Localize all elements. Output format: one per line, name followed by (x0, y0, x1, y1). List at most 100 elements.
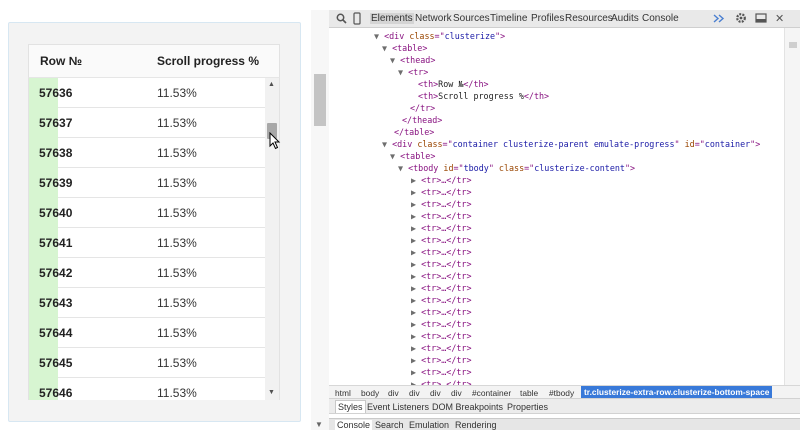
dom-node-tr-close[interactable]: </tr> (410, 102, 435, 114)
dom-node-table-close[interactable]: </table> (394, 126, 434, 138)
dom-node-tr-collapsed[interactable]: ▶ <tr>…</tr> (411, 294, 472, 306)
dom-node-tr-collapsed[interactable]: ▶ <tr>…</tr> (411, 234, 472, 246)
dom-node-tr-collapsed[interactable]: ▶ <tr>…</tr> (411, 318, 472, 330)
device-icon[interactable] (353, 12, 361, 25)
dom-node-tr-collapsed[interactable]: ▶ <tr>…</tr> (411, 246, 472, 258)
breadcrumb-item[interactable]: body (361, 388, 379, 398)
tab-console[interactable]: Console (642, 13, 679, 24)
dom-node-table[interactable]: ▼ <table> (390, 150, 435, 162)
dom-node-tr-collapsed[interactable]: ▶ <tr>…</tr> (411, 222, 472, 234)
breadcrumb-item[interactable]: div (409, 388, 420, 398)
breadcrumb-item[interactable]: div (388, 388, 399, 398)
collapse-triangle-icon[interactable]: ▼ (390, 55, 395, 65)
tab-event-listeners[interactable]: Event Listeners (367, 402, 429, 412)
expand-triangle-icon[interactable]: ▶ (411, 211, 416, 221)
dom-node-tr-collapsed[interactable]: ▶ <tr>…</tr> (411, 306, 472, 318)
expand-triangle-icon[interactable]: ▶ (411, 331, 416, 341)
breadcrumb-item[interactable]: table (520, 388, 538, 398)
collapse-triangle-icon[interactable]: ▼ (398, 67, 403, 77)
expand-triangle-icon[interactable]: ▶ (411, 283, 416, 293)
collapse-triangle-icon[interactable]: ▼ (398, 163, 403, 173)
dom-node-tr-collapsed[interactable]: ▶ <tr>…</tr> (411, 282, 472, 294)
dom-node-tr-collapsed[interactable]: ▶ <tr>…</tr> (411, 270, 472, 282)
page-scrollbar[interactable] (311, 10, 329, 430)
page-scrollbar-thumb[interactable] (314, 74, 326, 126)
dom-node-tr-collapsed[interactable]: ▶ <tr>…</tr> (411, 366, 472, 378)
tab-search[interactable]: Search (375, 420, 404, 430)
expand-triangle-icon[interactable]: ▶ (411, 223, 416, 233)
dom-node-div-clusterize[interactable]: ▼ <div class="clusterize"> (374, 30, 505, 42)
table-row: 57644 11.53% (29, 318, 266, 348)
expand-triangle-icon[interactable]: ▶ (411, 307, 416, 317)
expand-triangle-icon[interactable]: ▶ (411, 199, 416, 209)
dom-node-tr-collapsed[interactable]: ▶ <tr>…</tr> (411, 258, 472, 270)
dom-node-tr-collapsed[interactable]: ▶ <tr>…</tr> (411, 210, 472, 222)
dom-node-tr-collapsed[interactable]: ▶ <tr>…</tr> (411, 330, 472, 342)
close-icon[interactable]: ✕ (775, 12, 784, 25)
breadcrumb-item[interactable]: #tbody (549, 388, 574, 398)
dom-node-thead-close[interactable]: </thead> (402, 114, 442, 126)
dom-node-div-container[interactable]: ▼ <div class="container clusterize-paren… (382, 138, 760, 150)
tab-rendering[interactable]: Rendering (455, 420, 497, 430)
scroll-up-arrow-icon[interactable]: ▲ (268, 81, 275, 89)
tab-emulation[interactable]: Emulation (409, 420, 449, 430)
dom-node-tr-collapsed[interactable]: ▶ <tr>…</tr> (411, 174, 472, 186)
tab-sources[interactable]: Sources (453, 13, 490, 24)
breadcrumb-item[interactable]: div (451, 388, 462, 398)
dom-tree-scrollbar[interactable] (784, 28, 800, 385)
expand-triangle-icon[interactable]: ▶ (411, 271, 416, 281)
breadcrumb-item[interactable]: html (335, 388, 351, 398)
table-body[interactable]: 57636 11.53% 57637 11.53% 57638 11.53% 5… (28, 78, 280, 400)
tag-collapsed: <tr>…</tr> (421, 235, 472, 245)
breadcrumb-item[interactable]: #container (472, 388, 511, 398)
table-scrollbar[interactable]: ▲ ▼ (265, 78, 279, 400)
tab-dom-breakpoints[interactable]: DOM Breakpoints (432, 402, 503, 412)
expand-triangle-icon[interactable]: ▶ (411, 295, 416, 305)
dom-node-tbody[interactable]: ▼ <tbody id="tbody" class="clusterize-co… (398, 162, 635, 174)
expand-triangle-icon[interactable]: ▶ (411, 175, 416, 185)
expand-triangle-icon[interactable]: ▶ (411, 235, 416, 245)
expand-triangle-icon[interactable]: ▶ (411, 343, 416, 353)
collapse-triangle-icon[interactable]: ▼ (382, 43, 387, 53)
settings-icon[interactable] (735, 12, 747, 24)
tab-styles[interactable]: Styles (335, 400, 366, 413)
expand-triangle-icon[interactable]: ▶ (411, 247, 416, 257)
search-icon[interactable] (336, 13, 347, 24)
collapse-triangle-icon[interactable]: ▼ (390, 151, 395, 161)
breadcrumb-item-selected[interactable]: tr.clusterize-extra-row.clusterize-botto… (581, 386, 773, 398)
tab-timeline[interactable]: Timeline (490, 13, 527, 24)
drawer-toggle-icon[interactable]: ▼ (315, 420, 323, 429)
dom-tree-scrollbar-thumb[interactable] (789, 42, 797, 48)
dom-node-thead[interactable]: ▼ <thead> (390, 54, 435, 66)
dom-node-th-scroll[interactable]: <th>Scroll progress %</th> (418, 90, 549, 102)
elements-dom-tree[interactable]: ▼ <div class="clusterize"> ▼ <table> ▼ <… (329, 28, 784, 385)
breadcrumb-item[interactable]: div (430, 388, 441, 398)
tab-profiles[interactable]: Profiles (531, 13, 564, 24)
execute-icon[interactable] (713, 13, 725, 24)
dom-node-tr-collapsed[interactable]: ▶ <tr>…</tr> (411, 198, 472, 210)
expand-triangle-icon[interactable]: ▶ (411, 355, 416, 365)
expand-triangle-icon[interactable]: ▶ (411, 367, 416, 377)
expand-triangle-icon[interactable]: ▶ (411, 319, 416, 329)
table-row: 57646 11.53% (29, 378, 266, 400)
dom-node-tr-collapsed[interactable]: ▶ <tr>…</tr> (411, 342, 472, 354)
dom-node-table[interactable]: ▼ <table> (382, 42, 427, 54)
tab-audits[interactable]: Audits (611, 13, 639, 24)
tab-elements[interactable]: Elements (370, 13, 414, 24)
tab-resources[interactable]: Resources (565, 13, 613, 24)
tab-console-drawer[interactable]: Console (335, 420, 373, 430)
dom-node-tr[interactable]: ▼ <tr> (398, 66, 428, 78)
expand-triangle-icon[interactable]: ▶ (411, 259, 416, 269)
dom-node-tr-collapsed[interactable]: ▶ <tr>…</tr> (411, 354, 472, 366)
tab-properties[interactable]: Properties (507, 402, 548, 412)
dom-node-tr-collapsed[interactable]: ▶ <tr>…</tr> (411, 186, 472, 198)
tab-network[interactable]: Network (415, 13, 452, 24)
collapse-triangle-icon[interactable]: ▼ (374, 31, 379, 41)
dom-node-tr-collapsed[interactable]: ▶ <tr>…</tr> (411, 378, 472, 385)
dom-node-th-row[interactable]: <th>Row №</th> (418, 78, 489, 90)
scroll-down-arrow-icon[interactable]: ▼ (268, 389, 275, 397)
text-node: Scroll progress % (438, 91, 524, 101)
expand-triangle-icon[interactable]: ▶ (411, 187, 416, 197)
collapse-triangle-icon[interactable]: ▼ (382, 139, 387, 149)
dock-icon[interactable] (755, 13, 767, 23)
